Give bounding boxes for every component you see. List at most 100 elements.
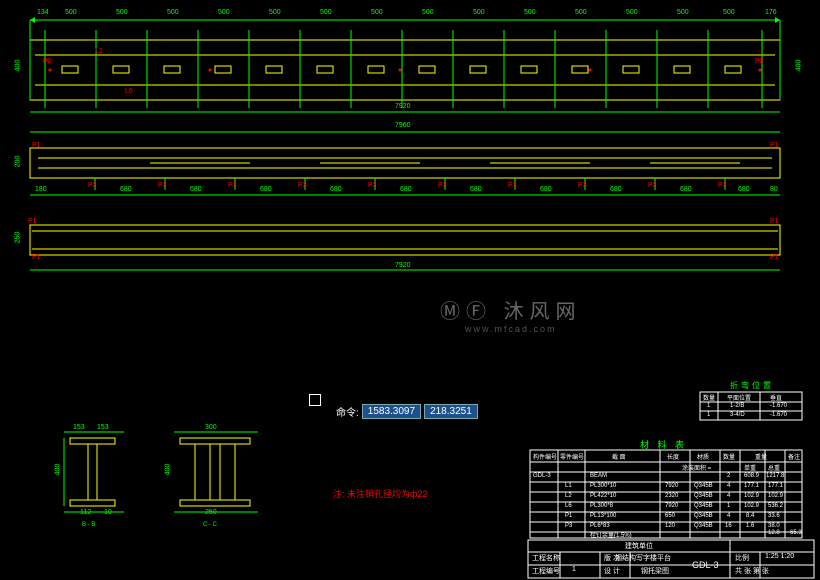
dim-bb-tb: 10	[104, 509, 112, 516]
area-l: 涂装面积 =	[682, 463, 711, 472]
dim-span-1: 680	[190, 186, 202, 193]
dim-bb-wb: 112	[80, 509, 91, 516]
br10: 1	[707, 412, 710, 418]
r2c4: Q345B	[694, 493, 713, 499]
r1c5: 4	[727, 483, 730, 489]
dim-bay-11: 500	[626, 9, 638, 16]
r6c2: 栓钉余量(1.5%)	[590, 530, 632, 539]
dim-bb-h: 400	[54, 464, 61, 476]
tb-proj-l: 工程编号	[532, 566, 560, 576]
br11: 3-4/D	[730, 412, 745, 418]
r5c1: P3	[565, 523, 572, 529]
mk-p1-b1: P1	[770, 218, 779, 225]
dim-bot-h: 250	[14, 232, 21, 244]
mk-p3-6: P3	[438, 182, 447, 189]
r3c2: PL300*8	[590, 503, 613, 509]
mk-p3-3: P3	[228, 182, 237, 189]
r4c2: PL13*100	[590, 513, 616, 519]
bh1: 平面位置	[727, 393, 751, 402]
dim-span-0: 680	[120, 186, 132, 193]
r3c6: 102.9	[744, 503, 759, 509]
r0c5: 2	[727, 473, 730, 479]
r2c6: 102.9	[744, 493, 759, 499]
dim-span-8: 680	[680, 186, 692, 193]
sec-bb-name: B - B	[82, 522, 95, 528]
r1c3: 7920	[665, 483, 678, 489]
r0c7: 1217.8	[766, 473, 784, 479]
r3c1: L6	[565, 503, 572, 509]
dim-bay-12: 500	[677, 9, 689, 16]
selection-rect-icon	[309, 394, 321, 406]
mh5: 数量	[723, 452, 735, 461]
note-text: 注: 未注销孔径均为ф22	[333, 487, 427, 500]
r5c5: 16	[725, 523, 732, 529]
r1c1: L1	[565, 483, 572, 489]
dim-span-7: 680	[610, 186, 622, 193]
dim-bay-7: 500	[422, 9, 434, 16]
r2c1: L2	[565, 493, 572, 499]
mh2: 截 面	[612, 452, 626, 461]
br01: 1-2/B	[730, 403, 744, 409]
dim-cc-h: 400	[164, 464, 171, 476]
r4c6: 8.4	[746, 513, 754, 519]
mat-title: 材 料 表	[640, 438, 687, 451]
bh0: 数量	[703, 393, 715, 402]
dim-span-5: 680	[470, 186, 482, 193]
r2c5: 4	[727, 493, 730, 499]
r2c3: 2320	[665, 493, 678, 499]
cmd-label: 命令:	[336, 404, 359, 419]
mk-p1-b2: P1	[32, 254, 41, 261]
dim-mid-left: 180	[35, 186, 47, 193]
r5c4: Q345B	[694, 523, 713, 529]
bend-title: 折弯位置	[730, 380, 774, 391]
mh6: 重量	[755, 452, 767, 461]
mk-p3-7: P3	[508, 182, 517, 189]
dim-span-9: 680	[738, 186, 750, 193]
mk-p3-4: P3	[298, 182, 307, 189]
tb-rev: 版 次	[604, 553, 620, 563]
area-v: 65.3	[790, 530, 802, 536]
mk-p1-b3: P1	[770, 254, 779, 261]
r3c5: 1	[727, 503, 730, 509]
coord-x[interactable]: 1583.3097	[362, 404, 421, 419]
watermark: ⓂⒻ 沐风网 www.mfcad.com	[440, 295, 582, 334]
dim-cc-w: 300	[205, 424, 217, 431]
mh3: 长度	[667, 452, 679, 461]
dim-bay-5: 500	[320, 9, 332, 16]
r0c6: 608.9	[744, 473, 759, 479]
dim-bay-2: 500	[167, 9, 179, 16]
r1c6: 177.1	[744, 483, 759, 489]
tb-tot: 共 张 第 张	[735, 566, 769, 576]
mk-l2-1: L2	[95, 48, 103, 55]
dim-mid-right: 80	[770, 186, 778, 193]
bh2: 垂直	[770, 393, 782, 402]
dim-bay-1: 500	[116, 9, 128, 16]
dim-bay-4: 500	[269, 9, 281, 16]
dim-mid-overall: 7960	[395, 122, 411, 129]
tb-comp-l: 建筑单位	[625, 541, 653, 551]
dim-bay-0: 500	[65, 9, 77, 16]
mh0: 构件编号	[533, 452, 557, 461]
dim-cc-wb: 250	[205, 509, 217, 516]
dim-bot-overall: 7920	[395, 262, 411, 269]
r3c7: 536.2	[768, 503, 783, 509]
mk-p1-m1: P1	[32, 142, 41, 149]
tb-name-v: 钢结构写字楼平台	[615, 553, 671, 563]
br00: 1	[707, 403, 710, 409]
msub1: 总重	[768, 463, 780, 472]
dim-top-h: 400	[14, 60, 21, 72]
dim-span-4: 680	[400, 186, 412, 193]
r5c3: 120	[665, 523, 675, 529]
coord-y[interactable]: 218.3251	[424, 404, 478, 419]
r2c7: 102.9	[768, 493, 783, 499]
mk-p2-1: P2	[43, 58, 52, 65]
dim-bb-w2: 153	[97, 424, 109, 431]
dim-bay-9: 500	[524, 9, 536, 16]
br02: -1.670	[770, 403, 787, 409]
tb-descr: 钢托梁图	[641, 566, 669, 576]
mk-p2-2: P2	[755, 58, 764, 65]
r2c2: PL422*10	[590, 493, 616, 499]
mh4: 材质	[697, 452, 709, 461]
tb-proj-v: 1	[572, 566, 576, 573]
r5c2: PL6*83	[590, 523, 610, 529]
